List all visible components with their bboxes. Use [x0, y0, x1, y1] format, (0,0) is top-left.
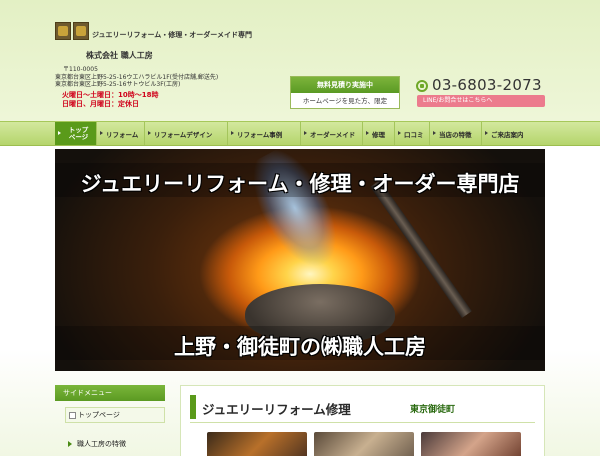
address-block: 〒110-0005 東京都台東区上野5-25-16ウエハラビル1F(受付店舗,郵…	[55, 66, 218, 89]
estimate-title: 無料見積り実施中	[291, 77, 399, 93]
main-heading: ジュエリーリフォーム修理	[202, 402, 351, 417]
address-line-2: 東京都台東区上野5-25-16サトウビル3F(工房)	[55, 81, 181, 88]
side-menu-heading: サイドメニュー	[55, 385, 165, 401]
hero-subtitle: 上野・御徒町の㈱職人工房	[174, 334, 426, 359]
torch-rod-graphic	[370, 180, 472, 318]
nav-item-order-made[interactable]: オーダーメイド	[301, 122, 363, 145]
hours-open: 火曜日〜土曜日：10時〜18時	[62, 91, 159, 99]
site-logo[interactable]	[55, 22, 89, 40]
company-name: 株式会社 職人工房	[86, 51, 153, 60]
estimate-subtitle: ホームページを見た方、限定	[302, 97, 388, 105]
phone-number[interactable]: 03-6803-2073	[432, 76, 542, 94]
hero-title: ジュエリーリフォーム・修理・オーダー専門店	[80, 171, 520, 196]
line-contact-button[interactable]: LINE/お問合せはこちらへ	[417, 95, 545, 107]
postal-code: 〒110-0005	[63, 66, 98, 73]
nav-item-top[interactable]: トップ ページ	[55, 122, 97, 145]
thumbnail-image-3[interactable]	[421, 432, 521, 456]
nav-item-reviews[interactable]: 口コミ	[395, 122, 430, 145]
address-line-1: 東京都台東区上野5-25-16ウエハラビル1F(受付店舗,郵送先)	[55, 73, 219, 81]
side-item-top-page[interactable]: トップページ	[65, 407, 165, 423]
global-nav: トップ ページ リフォーム リフォームデザイン リフォーム事例 オーダーメイド …	[0, 121, 600, 146]
side-item-features[interactable]: 職人工房の特徴	[65, 437, 165, 451]
hours-closed: 日曜日、月曜日：定休日	[62, 100, 139, 108]
title-accent-bar	[190, 395, 196, 419]
nav-item-features[interactable]: 当店の特徴	[430, 122, 482, 145]
nav-item-repair[interactable]: 修理	[363, 122, 395, 145]
logo-mark-left	[55, 22, 71, 40]
site-tagline: ジュエリーリフォーム・修理・オーダーメイド専門	[92, 31, 253, 39]
hero-image: ジュエリーリフォーム・修理・オーダー専門店 上野・御徒町の㈱職人工房	[55, 149, 545, 371]
thumbnail-image-2[interactable]	[314, 432, 414, 456]
thumbnail-image-1[interactable]	[207, 432, 307, 456]
nav-item-reform-cases[interactable]: リフォーム事例	[228, 122, 301, 145]
nav-item-access[interactable]: ご来店案内	[482, 122, 545, 145]
free-estimate-banner[interactable]: 無料見積り実施中 ホームページを見た方、限定	[290, 76, 400, 109]
site-header: ジュエリーリフォーム・修理・オーダーメイド専門 株式会社 職人工房 〒110-0…	[0, 0, 600, 120]
heading-divider	[190, 422, 535, 423]
nav-item-reform-design[interactable]: リフォームデザイン	[145, 122, 228, 145]
logo-mark-right	[73, 22, 89, 40]
nav-item-reform[interactable]: リフォーム	[97, 122, 145, 145]
main-heading-location: 東京御徒町	[410, 405, 456, 415]
phone-icon	[416, 80, 428, 92]
side-menu: サイドメニュー トップページ 職人工房の特徴	[55, 385, 165, 456]
business-hours: 火曜日〜土曜日：10時〜18時 日曜日、月曜日：定休日	[62, 91, 158, 109]
